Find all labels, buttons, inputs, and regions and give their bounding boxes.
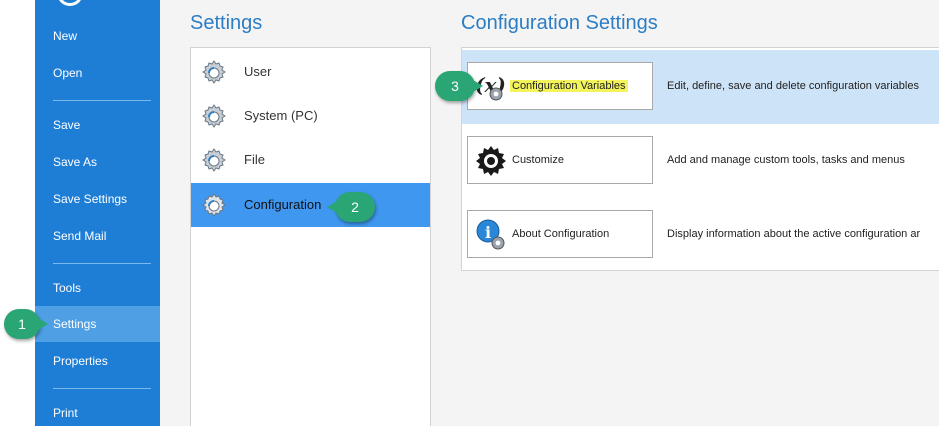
customize-description: Add and manage custom tools, tasks and m… — [667, 154, 905, 166]
about-configuration-description: Display information about the active con… — [667, 228, 921, 240]
nav-item-save-as[interactable]: Save As — [35, 144, 160, 180]
settings-item-system[interactable]: System (PC) — [191, 94, 430, 138]
info-icon: i — [476, 219, 505, 250]
gear-icon — [202, 148, 226, 172]
nav-item-properties[interactable]: Properties — [35, 343, 160, 379]
nav-item-save[interactable]: Save — [35, 107, 160, 143]
nav-separator — [53, 388, 151, 389]
customize-button[interactable]: Customize — [467, 136, 653, 184]
nav-item-send-mail[interactable]: Send Mail — [35, 218, 160, 254]
nav-separator — [53, 100, 151, 101]
settings-item-file[interactable]: File — [191, 138, 430, 182]
nav-item-open[interactable]: Open — [35, 55, 160, 91]
gear-icon — [202, 193, 226, 217]
nav-item-settings[interactable]: Settings — [35, 306, 160, 342]
nav-item-print[interactable]: Print — [35, 395, 160, 426]
settings-item-label: System (PC) — [244, 108, 318, 123]
about-configuration-label: About Configuration — [512, 228, 610, 240]
nav-separator — [53, 263, 151, 264]
configuration-variables-label: Configuration Variables — [510, 80, 628, 92]
step-callout-3: 3 — [435, 71, 483, 101]
customize-gear-icon — [476, 146, 506, 176]
svg-text:i: i — [485, 223, 491, 242]
gear-icon — [202, 60, 226, 84]
settings-item-configuration[interactable]: Configuration — [191, 183, 430, 227]
back-arrow-icon[interactable] — [57, 0, 83, 6]
customize-label: Customize — [512, 154, 564, 166]
nav-item-new[interactable]: New — [35, 18, 160, 54]
settings-list: User System (PC) File Configuration — [190, 47, 431, 426]
configuration-variables-description: Edit, define, save and delete configurat… — [667, 80, 919, 92]
configuration-settings-title: Configuration Settings — [461, 12, 658, 34]
step-callout-1: 1 — [4, 309, 48, 339]
settings-item-label: Configuration — [244, 197, 322, 212]
settings-item-label: File — [244, 152, 265, 167]
nav-item-save-settings[interactable]: Save Settings — [35, 181, 160, 217]
settings-item-label: User — [244, 64, 272, 79]
settings-title: Settings — [190, 12, 263, 34]
gear-icon — [202, 104, 226, 128]
nav-item-tools[interactable]: Tools — [35, 270, 160, 306]
step-callout-2: 2 — [327, 192, 375, 222]
configuration-variables-button[interactable]: (x) Configuration Variables — [467, 62, 653, 110]
settings-item-user[interactable]: User — [191, 50, 430, 94]
backstage-nav: New Open Save Save As Save Settings Send… — [35, 0, 160, 426]
config-row-about: i About Configuration Display informatio… — [462, 198, 939, 272]
configuration-panel: (x) Configuration Variables Edit, define… — [461, 47, 939, 271]
config-row-customize: Customize Add and manage custom tools, t… — [462, 124, 939, 198]
about-configuration-button[interactable]: i About Configuration — [467, 210, 653, 258]
config-row-variables: (x) Configuration Variables Edit, define… — [462, 50, 939, 124]
